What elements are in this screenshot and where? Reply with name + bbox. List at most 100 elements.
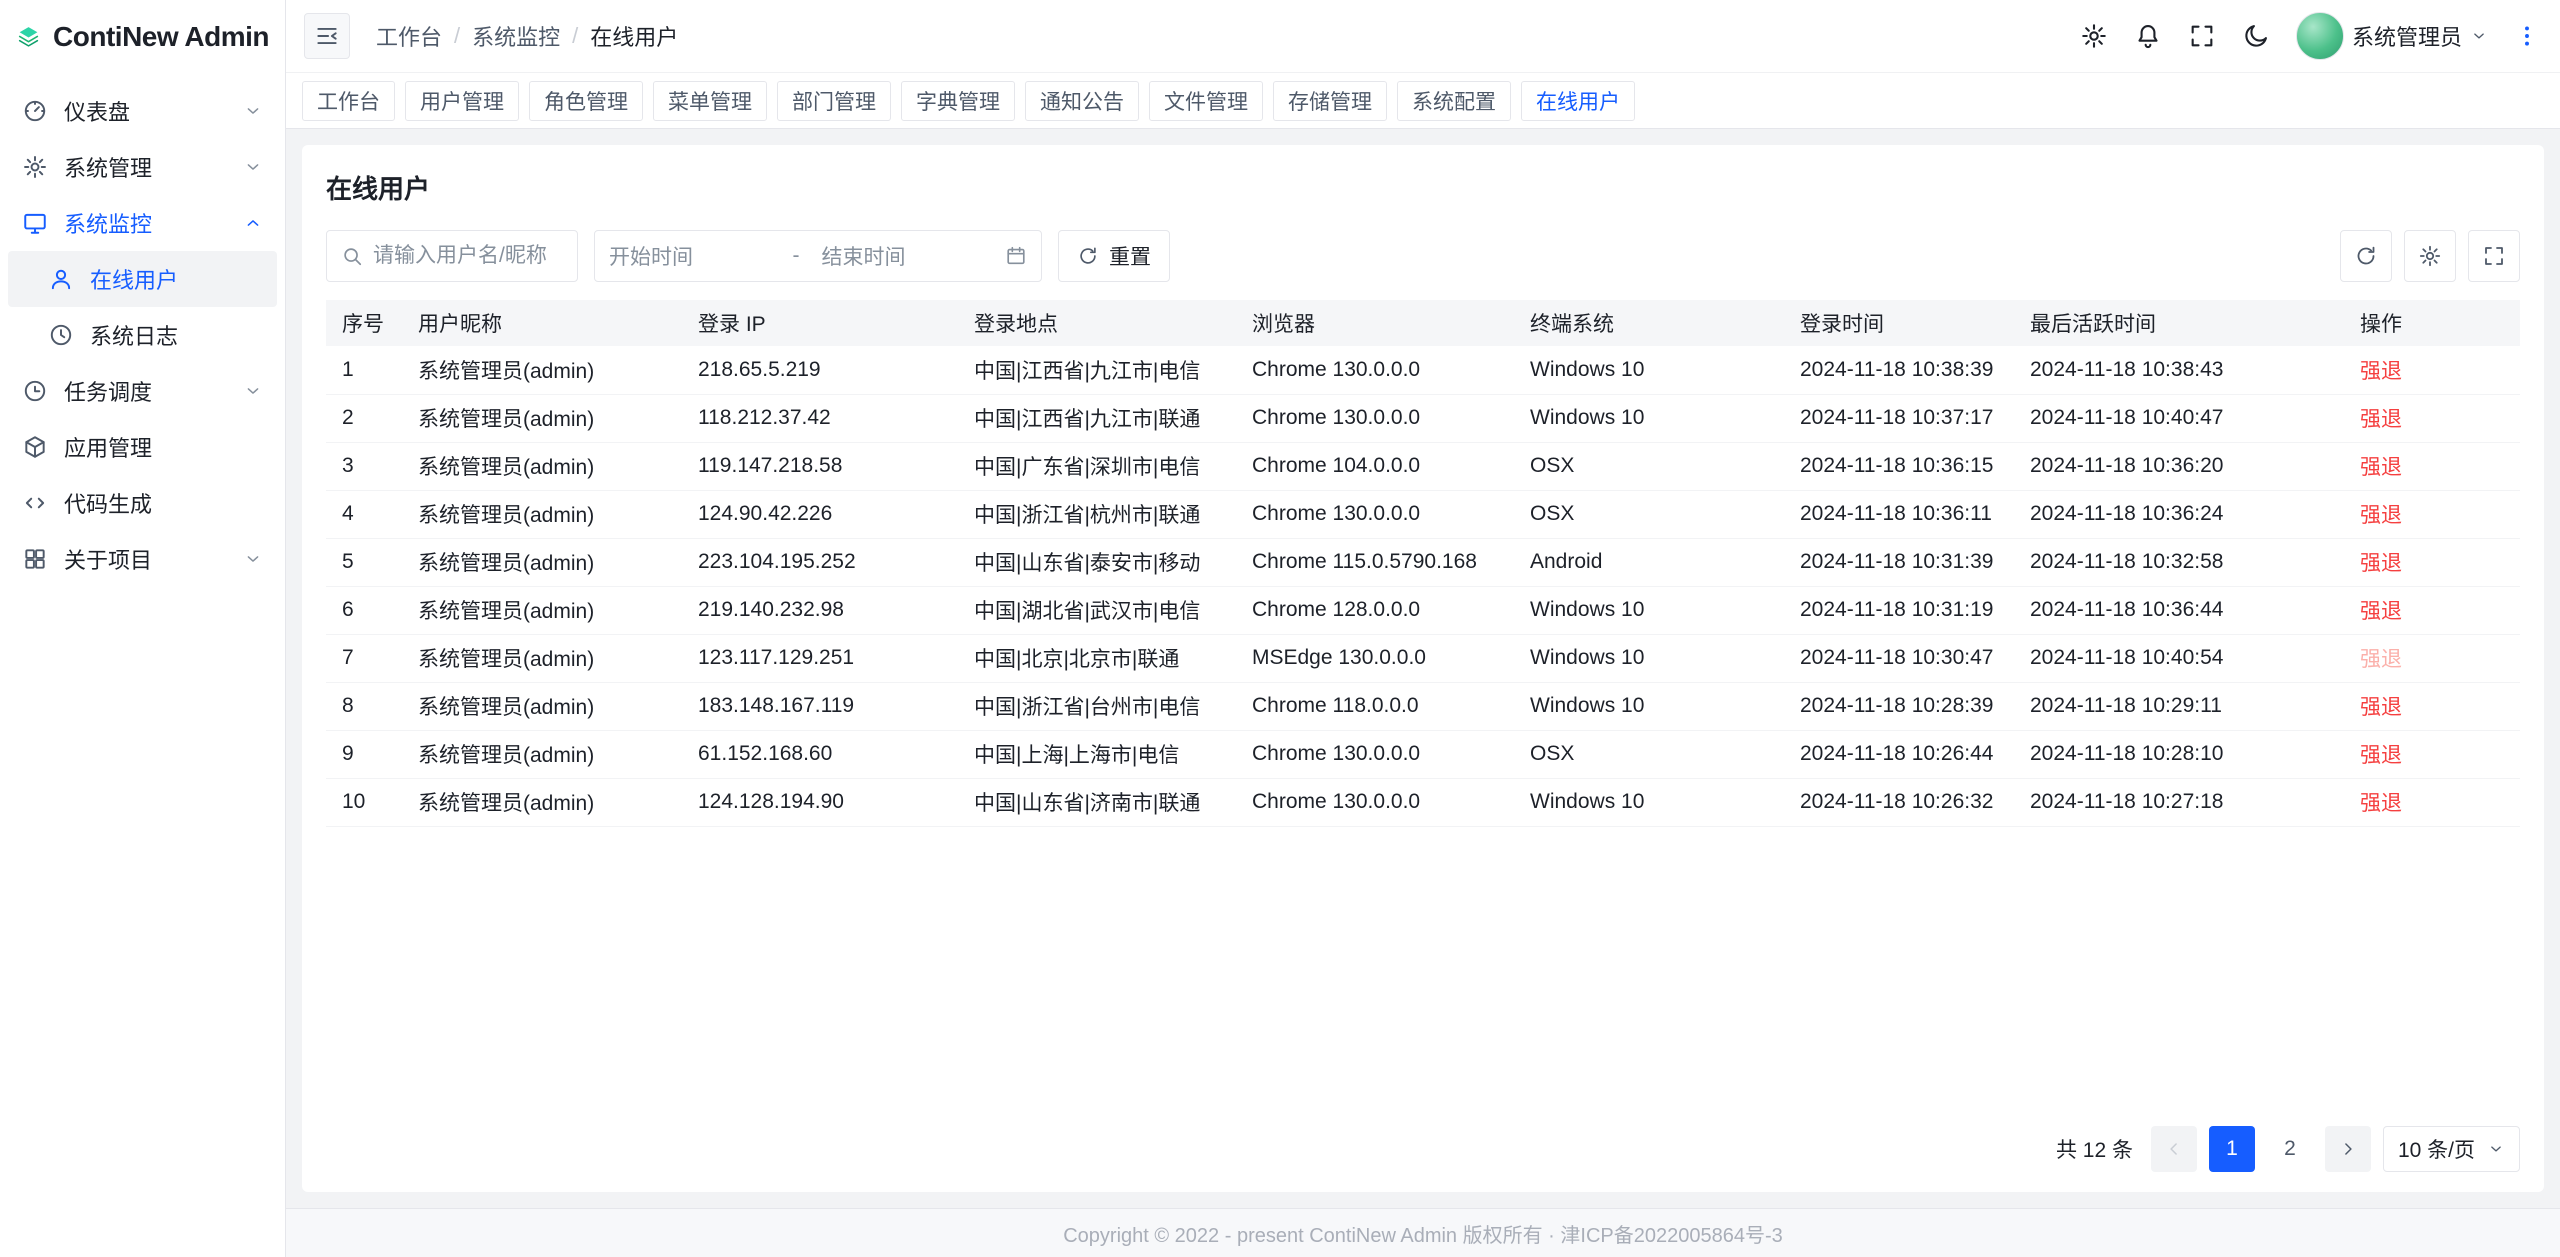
- cell-ip: 218.65.5.219: [682, 346, 958, 394]
- cell-location: 中国|山东省|泰安市|移动: [958, 538, 1236, 586]
- continew-logo-icon: [16, 16, 41, 58]
- cell-no: 1: [326, 346, 402, 394]
- pagination: 共 12 条 1 2 10 条/页: [326, 1108, 2520, 1172]
- cell-login_time: 2024-11-18 10:31:19: [1784, 586, 2014, 634]
- search-box: [326, 230, 578, 282]
- force-logout-link[interactable]: 强退: [2360, 696, 2402, 719]
- tab-在线用户[interactable]: 在线用户: [1521, 81, 1635, 121]
- more-vertical-icon[interactable]: [2514, 23, 2540, 49]
- column-settings-button[interactable]: [2404, 230, 2456, 282]
- sidebar-item-about-project[interactable]: 关于项目: [8, 531, 277, 587]
- table-body: 1系统管理员(admin)218.65.5.219中国|江西省|九江市|电信Ch…: [326, 346, 2520, 826]
- cell-browser: Chrome 130.0.0.0: [1236, 778, 1514, 826]
- sidebar-item-label: 代码生成: [64, 487, 263, 519]
- cell-ip: 61.152.168.60: [682, 730, 958, 778]
- cell-nickname: 系统管理员(admin): [402, 634, 682, 682]
- sidebar-item-system-monitor[interactable]: 系统监控: [8, 195, 277, 251]
- gear-icon: [22, 154, 48, 180]
- cell-login_time: 2024-11-18 10:28:39: [1784, 682, 2014, 730]
- content: 在线用户 开始时间 - 结束时间: [286, 129, 2560, 1208]
- logo[interactable]: ContiNew Admin: [0, 0, 285, 73]
- cell-os: Windows 10: [1514, 778, 1784, 826]
- menu-fold-icon: [314, 23, 340, 49]
- pagination-page-2[interactable]: 2: [2267, 1126, 2313, 1172]
- pagination-next-button[interactable]: [2325, 1126, 2371, 1172]
- tab-文件管理[interactable]: 文件管理: [1149, 81, 1263, 121]
- cell-nickname: 系统管理员(admin): [402, 490, 682, 538]
- fullscreen-icon[interactable]: [2188, 22, 2216, 50]
- date-end-placeholder: 结束时间: [808, 241, 998, 271]
- sidebar-item-dashboard[interactable]: 仪表盘: [8, 83, 277, 139]
- tab-list: 工作台用户管理角色管理菜单管理部门管理字典管理通知公告文件管理存储管理系统配置在…: [286, 73, 2560, 129]
- user-menu[interactable]: 系统管理员: [2296, 12, 2488, 60]
- cell-nickname: 系统管理员(admin): [402, 682, 682, 730]
- page-title: 在线用户: [326, 169, 2520, 206]
- cell-ip: 219.140.232.98: [682, 586, 958, 634]
- breadcrumb-item[interactable]: 系统监控: [472, 20, 560, 52]
- tab-工作台[interactable]: 工作台: [302, 81, 395, 121]
- sidebar-item-system-log[interactable]: 系统日志: [8, 307, 277, 363]
- sidebar-item-code-generation[interactable]: 代码生成: [8, 475, 277, 531]
- reset-button[interactable]: 重置: [1058, 230, 1170, 282]
- force-logout-link[interactable]: 强退: [2360, 504, 2402, 527]
- sidebar-item-online-users[interactable]: 在线用户: [8, 251, 277, 307]
- cell-location: 中国|湖北省|武汉市|电信: [958, 586, 1236, 634]
- sidebar-collapse-button[interactable]: [304, 13, 350, 59]
- cell-login_time: 2024-11-18 10:31:39: [1784, 538, 2014, 586]
- cell-last_active: 2024-11-18 10:27:18: [2014, 778, 2344, 826]
- cell-no: 4: [326, 490, 402, 538]
- sidebar-menu: 仪表盘 系统管理 系统监控: [0, 73, 285, 1257]
- cell-os: Android: [1514, 538, 1784, 586]
- cell-action: 强退: [2344, 778, 2520, 826]
- tab-部门管理[interactable]: 部门管理: [777, 81, 891, 121]
- date-start-placeholder: 开始时间: [609, 241, 785, 271]
- footer: Copyright © 2022 - present ContiNew Admi…: [286, 1208, 2560, 1257]
- sidebar-item-app-management[interactable]: 应用管理: [8, 419, 277, 475]
- topbar-actions: 系统管理员: [2080, 12, 2540, 60]
- refresh-icon: [1077, 245, 1099, 267]
- sidebar-item-task-schedule[interactable]: 任务调度: [8, 363, 277, 419]
- force-logout-link[interactable]: 强退: [2360, 648, 2402, 671]
- refresh-table-button[interactable]: [2340, 230, 2392, 282]
- force-logout-link[interactable]: 强退: [2360, 600, 2402, 623]
- sidebar-item-system-management[interactable]: 系统管理: [8, 139, 277, 195]
- cell-nickname: 系统管理员(admin): [402, 538, 682, 586]
- force-logout-link[interactable]: 强退: [2360, 744, 2402, 767]
- dark-mode-moon-icon[interactable]: [2242, 22, 2270, 50]
- app-title: ContiNew Admin: [53, 21, 269, 53]
- tab-角色管理[interactable]: 角色管理: [529, 81, 643, 121]
- page-size-select[interactable]: 10 条/页: [2383, 1126, 2520, 1172]
- cell-no: 5: [326, 538, 402, 586]
- tab-字典管理[interactable]: 字典管理: [901, 81, 1015, 121]
- pagination-prev-button[interactable]: [2151, 1126, 2197, 1172]
- force-logout-link[interactable]: 强退: [2360, 552, 2402, 575]
- cell-login_time: 2024-11-18 10:26:44: [1784, 730, 2014, 778]
- cell-nickname: 系统管理员(admin): [402, 394, 682, 442]
- breadcrumb-item[interactable]: 工作台: [376, 20, 442, 52]
- chevron-down-icon: [243, 157, 263, 177]
- cell-no: 7: [326, 634, 402, 682]
- tab-用户管理[interactable]: 用户管理: [405, 81, 519, 121]
- force-logout-link[interactable]: 强退: [2360, 360, 2402, 383]
- breadcrumb: 工作台 / 系统监控 / 在线用户: [376, 20, 678, 52]
- cell-os: OSX: [1514, 442, 1784, 490]
- table-row: 6系统管理员(admin)219.140.232.98中国|湖北省|武汉市|电信…: [326, 586, 2520, 634]
- column-header: 序号: [326, 300, 402, 346]
- fullscreen-table-button[interactable]: [2468, 230, 2520, 282]
- breadcrumb-item-current: 在线用户: [590, 20, 678, 52]
- tab-系统配置[interactable]: 系统配置: [1397, 81, 1511, 121]
- sidebar-item-label: 在线用户: [90, 263, 263, 295]
- force-logout-link[interactable]: 强退: [2360, 456, 2402, 479]
- cell-login_time: 2024-11-18 10:37:17: [1784, 394, 2014, 442]
- force-logout-link[interactable]: 强退: [2360, 792, 2402, 815]
- pagination-page-1[interactable]: 1: [2209, 1126, 2255, 1172]
- tab-通知公告[interactable]: 通知公告: [1025, 81, 1139, 121]
- force-logout-link[interactable]: 强退: [2360, 408, 2402, 431]
- tab-菜单管理[interactable]: 菜单管理: [653, 81, 767, 121]
- search-input[interactable]: [373, 244, 563, 268]
- settings-icon[interactable]: [2080, 22, 2108, 50]
- tab-存储管理[interactable]: 存储管理: [1273, 81, 1387, 121]
- cell-last_active: 2024-11-18 10:40:54: [2014, 634, 2344, 682]
- bell-icon[interactable]: [2134, 22, 2162, 50]
- date-range-picker[interactable]: 开始时间 - 结束时间: [594, 230, 1042, 282]
